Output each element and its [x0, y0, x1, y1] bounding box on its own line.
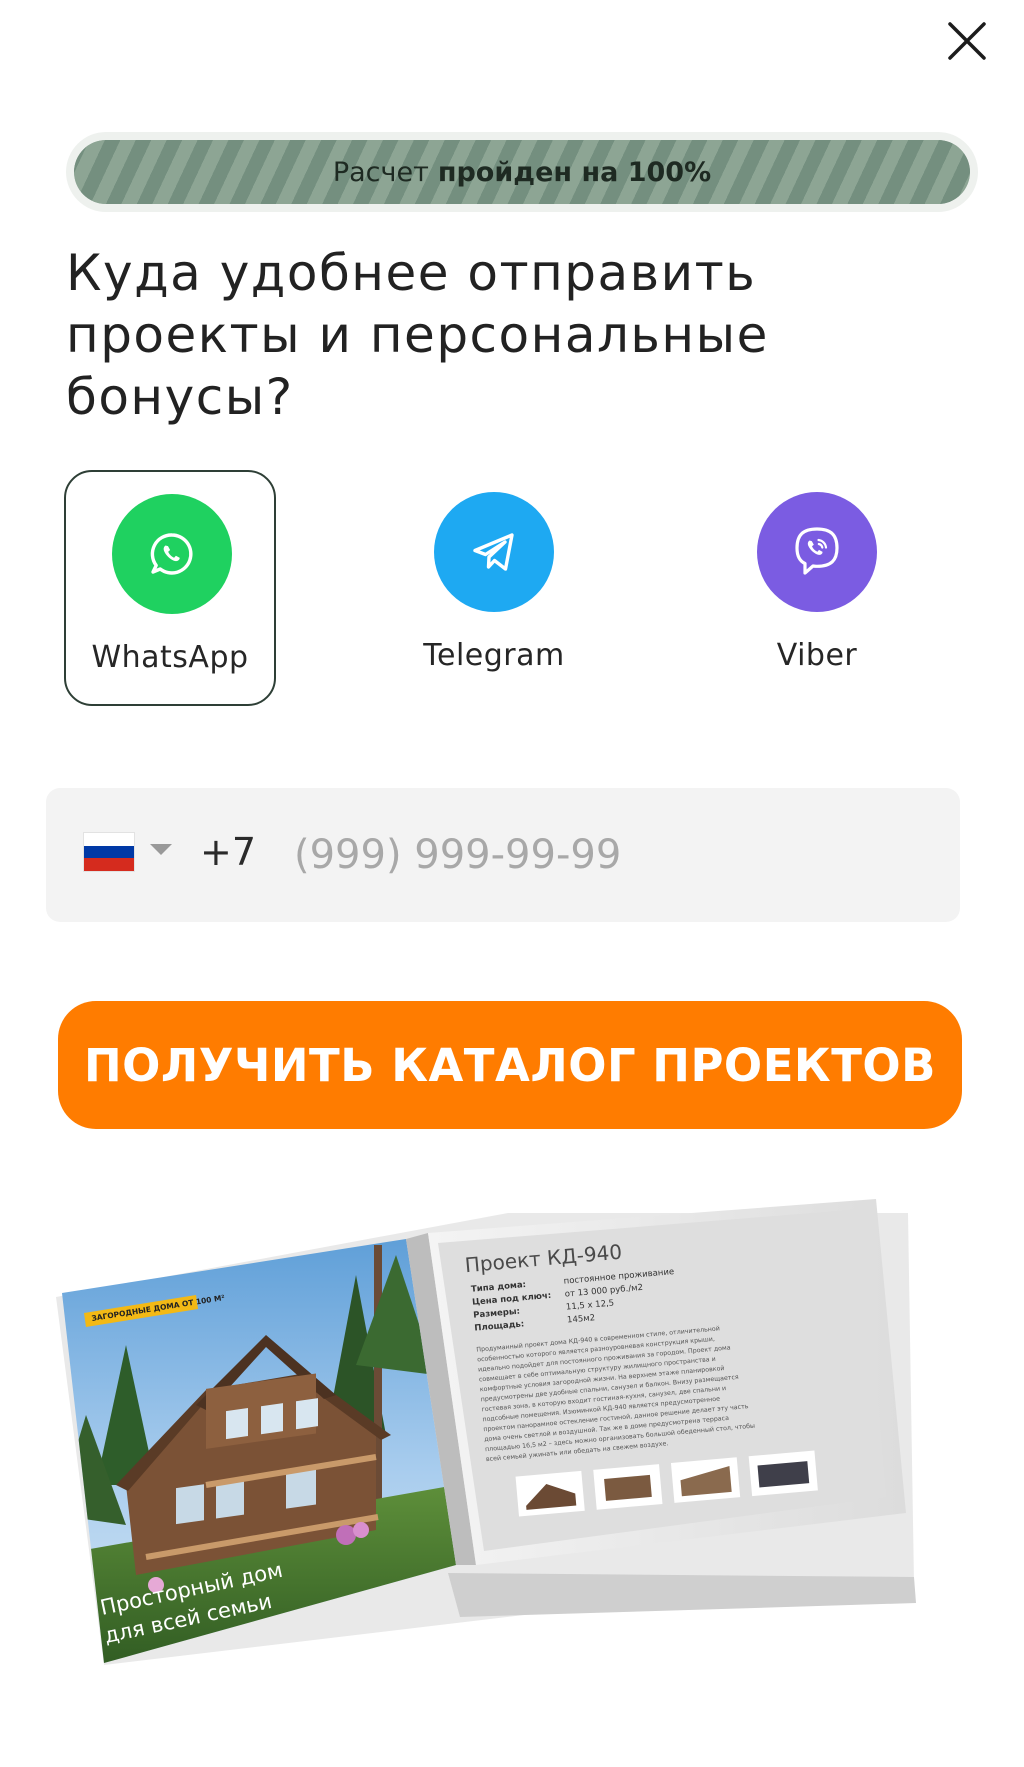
russia-flag-icon[interactable] — [84, 833, 134, 872]
messenger-option-telegram[interactable]: Telegram — [388, 470, 600, 706]
progress-status: пройден на 100% — [437, 156, 712, 188]
messenger-option-viber[interactable]: Viber — [711, 470, 923, 706]
progress-prefix: Расчет — [332, 156, 429, 188]
viber-icon — [757, 492, 877, 612]
messenger-label: Viber — [776, 638, 858, 673]
close-button[interactable] — [944, 18, 990, 64]
phone-input[interactable] — [294, 816, 914, 894]
whatsapp-icon — [112, 494, 232, 614]
question-line: Куда удобнее отправить — [66, 244, 757, 302]
progress-track: Расчет пройден на 100% — [74, 140, 970, 204]
question-line: бонусы? — [66, 368, 294, 426]
progress-bar: Расчет пройден на 100% — [66, 132, 978, 212]
dial-code: +7 — [200, 830, 257, 874]
catalog-book-image: ЗАГОРОДНЫЕ ДОМА ОТ 100 М² Просторный дом… — [56, 1199, 916, 1665]
question-line: проекты и персональные — [66, 306, 769, 364]
messenger-label: Telegram — [423, 638, 565, 673]
messenger-option-whatsapp[interactable]: WhatsApp — [64, 470, 276, 706]
chevron-down-icon[interactable] — [150, 844, 172, 855]
phone-field: +7 — [46, 788, 960, 922]
get-catalog-button[interactable]: ПОЛУЧИТЬ КАТАЛОГ ПРОЕКТОВ — [58, 1001, 962, 1129]
close-icon — [948, 22, 986, 60]
messenger-label: WhatsApp — [91, 640, 249, 675]
telegram-icon — [434, 492, 554, 612]
progress-label: Расчет пройден на 100% — [74, 140, 970, 204]
question-heading: Куда удобнее отправить проекты и персона… — [66, 242, 926, 428]
